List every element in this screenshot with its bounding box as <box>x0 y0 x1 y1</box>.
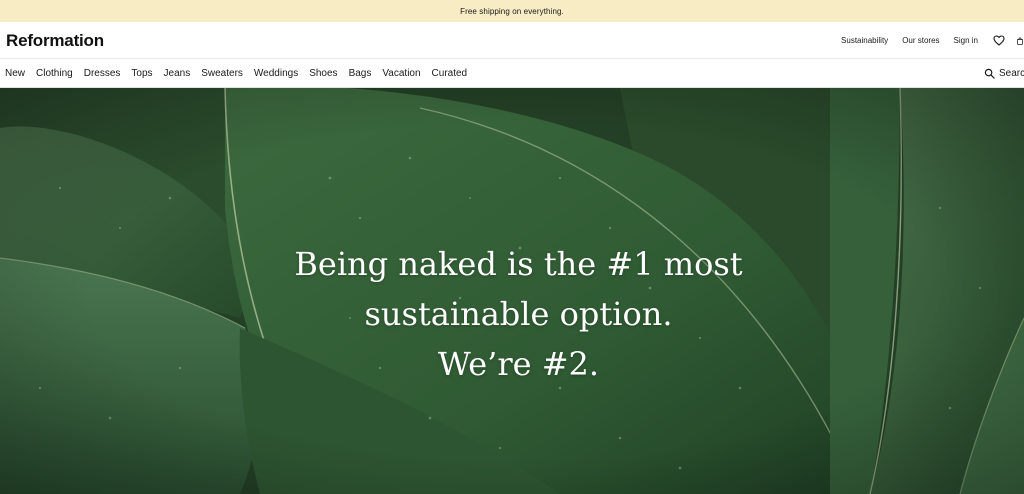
hero-line-1: Being naked is the #1 most <box>294 245 743 283</box>
promo-banner: Free shipping on everything. <box>0 0 1024 22</box>
hero-banner[interactable]: Being naked is the #1 most sustainable o… <box>0 88 1024 494</box>
nav-item-bags[interactable]: Bags <box>349 68 372 79</box>
sustainability-link[interactable]: Sustainability <box>841 36 888 45</box>
promo-text: Free shipping on everything. <box>460 6 564 16</box>
nav-item-curated[interactable]: Curated <box>432 68 468 79</box>
nav-item-shoes[interactable]: Shoes <box>309 68 337 79</box>
sign-in-link[interactable]: Sign in <box>954 36 978 45</box>
hero-line-2: sustainable option. <box>364 295 673 333</box>
heart-icon[interactable] <box>992 34 1006 48</box>
nav-item-dresses[interactable]: Dresses <box>84 68 121 79</box>
utility-nav: Sustainability Our stores Sign in <box>841 22 1024 59</box>
brand-logo[interactable]: Reformation <box>6 31 104 51</box>
nav-item-vacation[interactable]: Vacation <box>382 68 420 79</box>
nav-item-jeans[interactable]: Jeans <box>164 68 191 79</box>
bag-icon[interactable] <box>1016 34 1024 48</box>
our-stores-link[interactable]: Our stores <box>902 36 939 45</box>
nav-item-sweaters[interactable]: Sweaters <box>201 68 243 79</box>
hero-headline: Being naked is the #1 most sustainable o… <box>0 239 1024 389</box>
search-icon <box>984 68 995 79</box>
nav-item-new[interactable]: New <box>5 68 25 79</box>
nav-category-list: New Clothing Dresses Tops Jeans Sweaters… <box>5 59 478 88</box>
main-nav: New Clothing Dresses Tops Jeans Sweaters… <box>0 59 1024 88</box>
site-header: Reformation Sustainability Our stores Si… <box>0 22 1024 59</box>
search-button[interactable]: Search <box>984 59 1024 88</box>
search-label: Search <box>999 68 1024 79</box>
nav-item-tops[interactable]: Tops <box>131 68 152 79</box>
nav-item-weddings[interactable]: Weddings <box>254 68 298 79</box>
nav-item-clothing[interactable]: Clothing <box>36 68 73 79</box>
hero-line-3: We’re #2. <box>437 345 600 383</box>
